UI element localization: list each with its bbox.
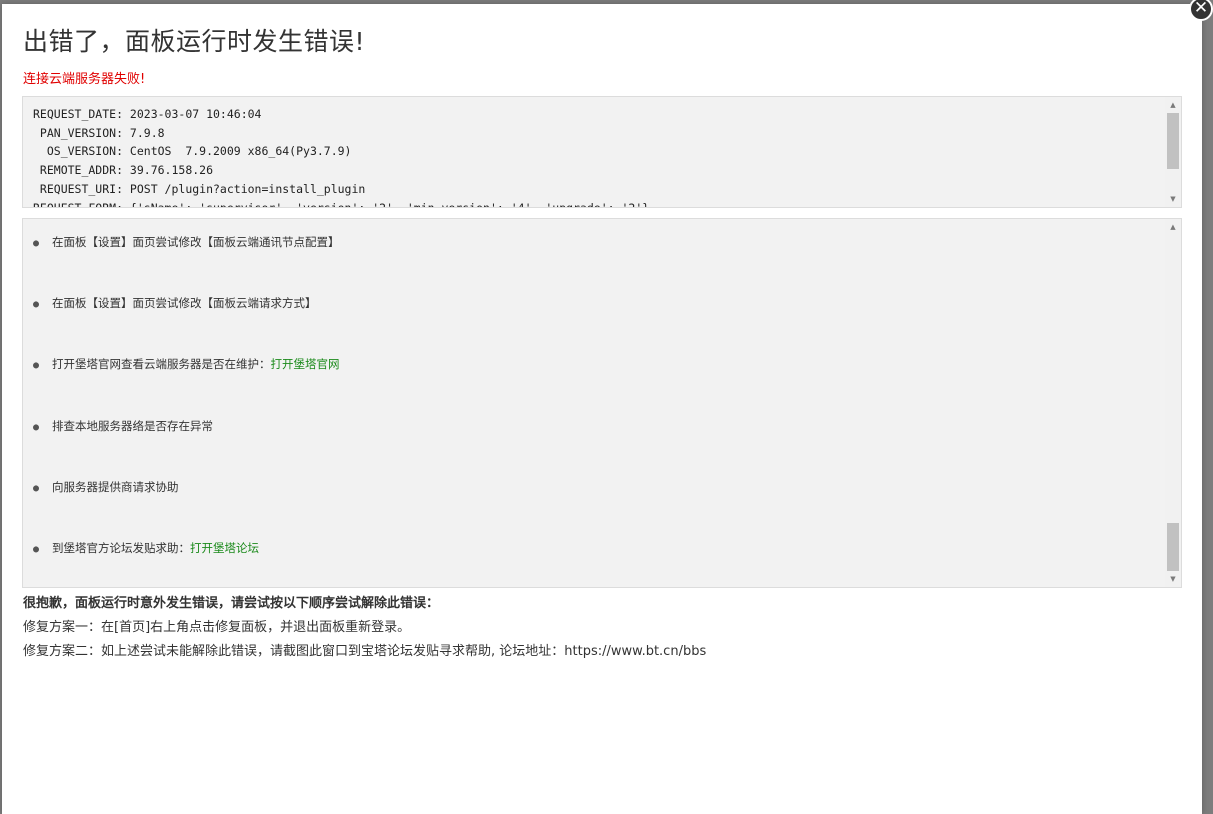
info-line: PAN_VERSION: 7.9.8 xyxy=(33,125,165,140)
scroll-down-icon[interactable]: ▼ xyxy=(1165,572,1181,586)
info-scroll-thumb[interactable] xyxy=(1167,113,1179,169)
list-item: ● 在面板【设置】面页尝试修改【面板云端通讯节点配置】 xyxy=(33,234,340,250)
info-scrollbar[interactable]: ▲ ▼ xyxy=(1165,97,1181,207)
suggestion-scroll-thumb[interactable] xyxy=(1167,523,1179,571)
bullet-icon: ● xyxy=(33,483,40,494)
bullet-icon: ● xyxy=(33,238,40,249)
close-icon: ✕ xyxy=(1193,0,1209,18)
suggestion-text: 打开堡塔官网查看云端服务器是否在维护： xyxy=(52,357,271,371)
apology-text: 很抱歉，面板运行时意外发生错误，请尝试按以下顺序尝试解除此错误： xyxy=(23,596,440,611)
scroll-up-icon[interactable]: ▲ xyxy=(1165,98,1181,112)
bullet-icon: ● xyxy=(33,544,40,555)
error-dialog: ✕ 出错了，面板运行时发生错误! 连接云端服务器失败! REQUEST_DATE… xyxy=(2,0,1213,814)
list-item: ● 向服务器提供商请求协助 xyxy=(33,479,179,495)
fix-option-two: 修复方案二：如上述尝试未能解除此错误，请截图此窗口到宝塔论坛发贴寻求帮助, 论坛… xyxy=(23,644,707,659)
list-item: ● 到堡塔官方论坛发贴求助：打开堡塔论坛 xyxy=(33,540,259,556)
list-item: ● 在面板【设置】面页尝试修改【面板云端请求方式】 xyxy=(33,295,317,311)
bullet-icon: ● xyxy=(33,422,40,433)
list-item: ● 排查本地服务器络是否存在异常 xyxy=(33,418,213,434)
bullet-icon: ● xyxy=(33,299,40,310)
suggestion-text: 在面板【设置】面页尝试修改【面板云端通讯节点配置】 xyxy=(52,235,340,249)
info-line: REQUEST_DATE: 2023-03-07 10:46:04 xyxy=(33,107,262,121)
info-line: OS_VERSION: CentOS 7.9.2009 x86_64(Py3.7… xyxy=(33,144,352,159)
info-line: REQUEST_URI: POST /plugin?action=install… xyxy=(33,181,366,196)
scroll-up-icon[interactable]: ▲ xyxy=(1165,220,1181,234)
request-info-lines: REQUEST_DATE: 2023-03-07 10:46:04 PAN_VE… xyxy=(33,105,650,208)
suggestion-text: 向服务器提供商请求协助 xyxy=(52,480,179,494)
suggestion-text: 在面板【设置】面页尝试修改【面板云端请求方式】 xyxy=(52,296,317,310)
forum-link[interactable]: 打开堡塔论坛 xyxy=(190,541,259,555)
list-item: ● 打开堡塔官网查看云端服务器是否在维护：打开堡塔官网 xyxy=(33,356,340,372)
suggestion-list-box[interactable]: ● 在面板【设置】面页尝试修改【面板云端通讯节点配置】 ● 在面板【设置】面页尝试修… xyxy=(22,218,1182,588)
request-info-box[interactable]: REQUEST_DATE: 2023-03-07 10:46:04 PAN_VE… xyxy=(22,96,1182,208)
dialog-title: 出错了，面板运行时发生错误! xyxy=(23,27,366,56)
bullet-icon: ● xyxy=(33,360,40,371)
scroll-down-icon[interactable]: ▼ xyxy=(1165,192,1181,206)
suggestion-text: 排查本地服务器络是否存在异常 xyxy=(52,419,213,433)
suggestion-text: 到堡塔官方论坛发贴求助： xyxy=(52,541,190,555)
suggestion-scrollbar[interactable]: ▲ ▼ xyxy=(1165,219,1181,587)
fix-option-one: 修复方案一：在[首页]右上角点击修复面板，并退出面板重新登录。 xyxy=(23,620,411,635)
official-site-link[interactable]: 打开堡塔官网 xyxy=(271,357,340,371)
info-line: REMOTE_ADDR: 39.76.158.26 xyxy=(33,163,214,178)
error-message: 连接云端服务器失败! xyxy=(23,72,146,87)
info-line: REQUEST_FORM: {'sName': 'supervisor', 'v… xyxy=(33,200,650,208)
